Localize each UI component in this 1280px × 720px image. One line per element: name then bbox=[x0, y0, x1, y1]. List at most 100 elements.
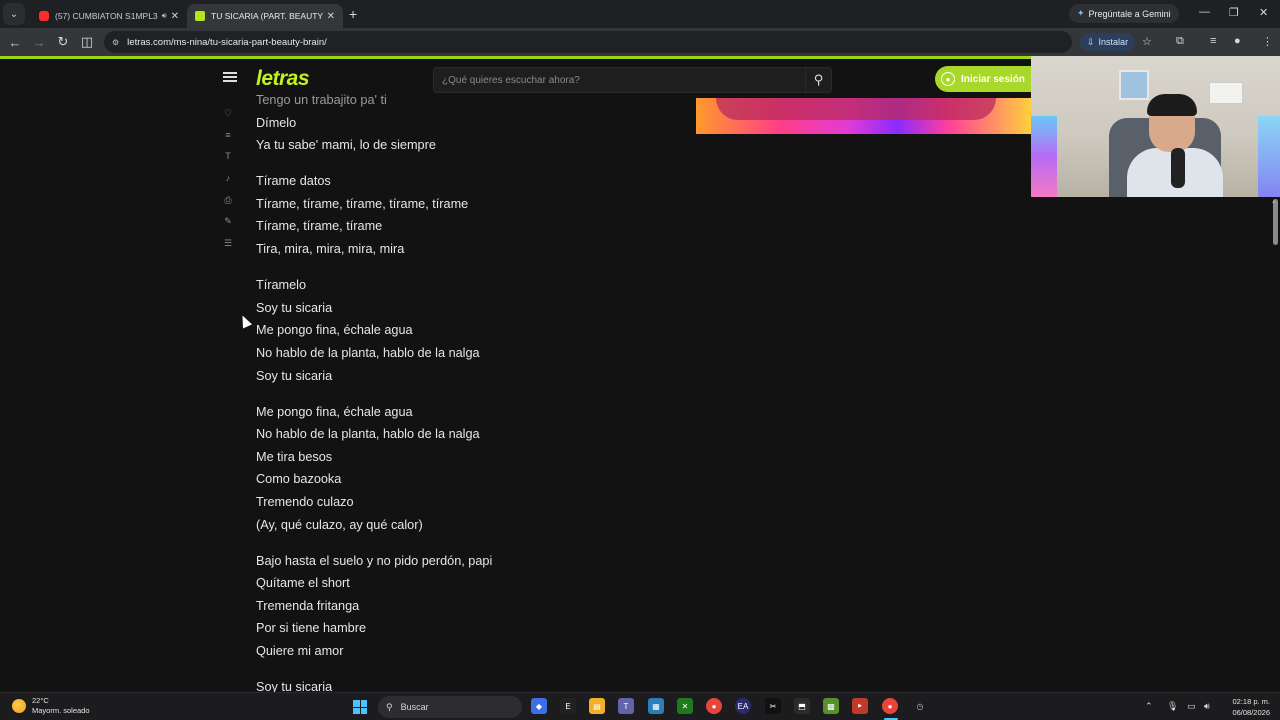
clock-app-icon[interactable]: ◷ bbox=[912, 698, 928, 714]
forward-arrow-icon[interactable]: → bbox=[27, 35, 51, 50]
lyric-line: Como bazooka bbox=[256, 472, 342, 487]
taskbar-search[interactable]: ⚲ Buscar bbox=[378, 696, 522, 718]
epic-games-icon[interactable]: E bbox=[560, 698, 576, 714]
lyric-line: Dímelo bbox=[256, 115, 297, 130]
lyric-line: Por si tiene hambre bbox=[256, 621, 367, 636]
search-input[interactable] bbox=[442, 74, 802, 86]
lyric-line: Ya tu sabe' mami, lo de siempre bbox=[256, 138, 436, 153]
chevron-down-icon: ⌄ bbox=[9, 8, 19, 20]
install-icon: ⇩ bbox=[1087, 36, 1095, 47]
font-size-icon[interactable]: T bbox=[220, 151, 236, 173]
bookmark-star-icon[interactable]: ☆ bbox=[1142, 35, 1152, 48]
capcut-icon[interactable]: ✂ bbox=[765, 698, 781, 714]
gemini-button[interactable]: ✦ Pregúntale a Gemini bbox=[1069, 4, 1179, 23]
weather-desc: Mayorm. soleado bbox=[32, 706, 90, 715]
scroll-up-arrow-icon[interactable]: ▲ bbox=[1271, 199, 1277, 205]
weather-widget[interactable]: 22°C Mayorm. soleado bbox=[12, 696, 90, 716]
lyrics-stanza: Tíramelo Soy tu sicaria Me pongo fina, é… bbox=[256, 274, 686, 387]
rgb-light bbox=[1258, 116, 1280, 197]
new-tab-button[interactable]: + bbox=[349, 6, 357, 22]
weather-temp: 22°C bbox=[32, 696, 49, 705]
windows-start-icon[interactable] bbox=[353, 700, 367, 714]
media-control-icon[interactable]: ≡ bbox=[1210, 35, 1216, 47]
lyric-line: Soy tu sicaria bbox=[256, 680, 333, 692]
login-label: Iniciar sesión bbox=[961, 73, 1025, 85]
lyric-line: (Ay, qué culazo, ay qué calor) bbox=[256, 517, 423, 532]
webcam-overlay bbox=[1031, 56, 1280, 197]
close-window-icon[interactable]: ✕ bbox=[1259, 6, 1268, 19]
guitar-icon[interactable]: ♪ bbox=[220, 173, 236, 195]
tab-tu-sicaria[interactable]: TU SICARIA (PART. BEAUTY BRAIN) ✕ bbox=[187, 4, 343, 28]
search-icon: ⚲ bbox=[386, 701, 393, 712]
letras-logo[interactable]: letras bbox=[256, 67, 310, 91]
xbox-icon[interactable]: ✕ bbox=[677, 698, 693, 714]
ad-banner[interactable] bbox=[696, 98, 1032, 134]
lyrics-stanza: Me pongo fina, échale agua No hablo de l… bbox=[256, 401, 686, 537]
lyric-line: Tírame, tírame, tírame bbox=[256, 219, 383, 234]
heart-icon[interactable]: ♡ bbox=[220, 108, 236, 130]
restore-icon[interactable]: ❐ bbox=[1229, 6, 1239, 19]
ea-app-icon[interactable]: EA bbox=[735, 698, 751, 714]
chrome-active-icon[interactable]: ● bbox=[882, 698, 898, 714]
address-bar[interactable]: ⚙ letras.com/ms-nina/tu-sicaria-part-bea… bbox=[104, 31, 1072, 53]
microphone-tray-icon[interactable]: 🎙︎ bbox=[1167, 701, 1178, 712]
lyric-line: Soy tu sicaria bbox=[256, 300, 333, 315]
volume-icon[interactable]: 🔊︎ bbox=[1204, 701, 1210, 712]
reload-icon[interactable]: ↻ bbox=[51, 34, 75, 50]
gemini-label: Pregúntale a Gemini bbox=[1088, 8, 1171, 19]
hamburger-menu-icon[interactable] bbox=[223, 72, 237, 82]
letras-icon bbox=[195, 11, 205, 21]
profile-avatar[interactable]: ● bbox=[1234, 35, 1241, 47]
tray-chevron-up-icon[interactable]: ⌃ bbox=[1145, 701, 1153, 712]
dev-tool-icon[interactable]: ⬒ bbox=[794, 698, 810, 714]
wall-picture bbox=[1119, 70, 1149, 100]
lyrics-stanza: Tírame datos Tírame, tírame, tírame, tír… bbox=[256, 170, 686, 260]
kebab-menu-icon[interactable]: ⋮ bbox=[1262, 35, 1273, 48]
search-button[interactable]: ⚲ bbox=[805, 68, 831, 92]
network-icon[interactable]: ▭ bbox=[1187, 701, 1196, 712]
translate-icon[interactable]: ☰ bbox=[220, 238, 236, 260]
lyric-line: Quiere mi amor bbox=[256, 644, 344, 659]
lyric-line: No hablo de la planta, hablo de la nalga bbox=[256, 345, 480, 360]
back-arrow-icon[interactable]: ← bbox=[3, 35, 27, 50]
lyrics-body: Tengo un trabajito pa' ti Dímelo Ya tu s… bbox=[256, 89, 686, 692]
add-to-playlist-icon[interactable]: ≡ bbox=[220, 130, 236, 152]
minimize-icon[interactable]: — bbox=[1199, 6, 1210, 18]
copilot-app-icon[interactable]: ◆ bbox=[531, 698, 547, 714]
tab-cumbiaton[interactable]: (57) CUMBIATON S1MPL3 🔊︎ ✕ bbox=[31, 4, 187, 28]
video-editor-icon[interactable]: ▶ bbox=[852, 698, 868, 714]
print-icon[interactable]: ⎙ bbox=[220, 195, 236, 217]
site-info-icon[interactable]: ⚙ bbox=[112, 38, 119, 47]
youtube-icon bbox=[39, 11, 49, 21]
lyric-line: Quítame el short bbox=[256, 576, 350, 591]
file-explorer-icon[interactable]: ▤ bbox=[589, 698, 605, 714]
install-app-button[interactable]: ⇩ Instalar bbox=[1080, 33, 1136, 51]
wall-sign bbox=[1209, 82, 1243, 104]
system-clock[interactable]: 02:18 p. m. 06/08/2026 bbox=[1224, 696, 1270, 718]
microphone-icon bbox=[1171, 148, 1185, 188]
chrome-icon[interactable]: ● bbox=[706, 698, 722, 714]
url-text: letras.com/ms-nina/tu-sicaria-part-beaut… bbox=[127, 36, 327, 48]
split-view-icon[interactable]: ◫ bbox=[75, 34, 99, 50]
edit-icon[interactable]: ✎ bbox=[220, 216, 236, 238]
tab-title: TU SICARIA (PART. BEAUTY BRAIN) bbox=[211, 11, 323, 21]
rgb-light bbox=[1031, 116, 1057, 197]
login-button[interactable]: ● Iniciar sesión bbox=[935, 66, 1032, 92]
clock-date: 06/08/2026 bbox=[1232, 708, 1270, 717]
tab-search-button[interactable]: ⌄ bbox=[3, 3, 25, 25]
extensions-icon[interactable]: ⧉ bbox=[1176, 35, 1184, 48]
scrollbar-thumb[interactable] bbox=[1273, 199, 1278, 245]
lyrics-stanza: Tengo un trabajito pa' ti Dímelo Ya tu s… bbox=[256, 89, 686, 157]
tab-strip: ⌄ (57) CUMBIATON S1MPL3 🔊︎ ✕ TU SICARIA … bbox=[0, 0, 1280, 28]
page-scrollbar[interactable] bbox=[1270, 197, 1280, 692]
store-icon[interactable]: ▦ bbox=[648, 698, 664, 714]
close-tab-icon[interactable]: ✕ bbox=[327, 11, 335, 22]
lyric-line: Tira, mira, mira, mira, mira bbox=[256, 242, 405, 257]
teams-icon[interactable]: T bbox=[618, 698, 634, 714]
speaker-icon[interactable]: 🔊︎ bbox=[162, 11, 167, 21]
minecraft-icon[interactable]: ▩ bbox=[823, 698, 839, 714]
install-label: Instalar bbox=[1098, 37, 1129, 47]
windows-taskbar: 22°C Mayorm. soleado ⚲ Buscar ◆ E ▤ T ▦ … bbox=[0, 692, 1280, 720]
lyrics-stanza: Soy tu sicaria bbox=[256, 676, 686, 692]
close-tab-icon[interactable]: ✕ bbox=[171, 11, 179, 22]
